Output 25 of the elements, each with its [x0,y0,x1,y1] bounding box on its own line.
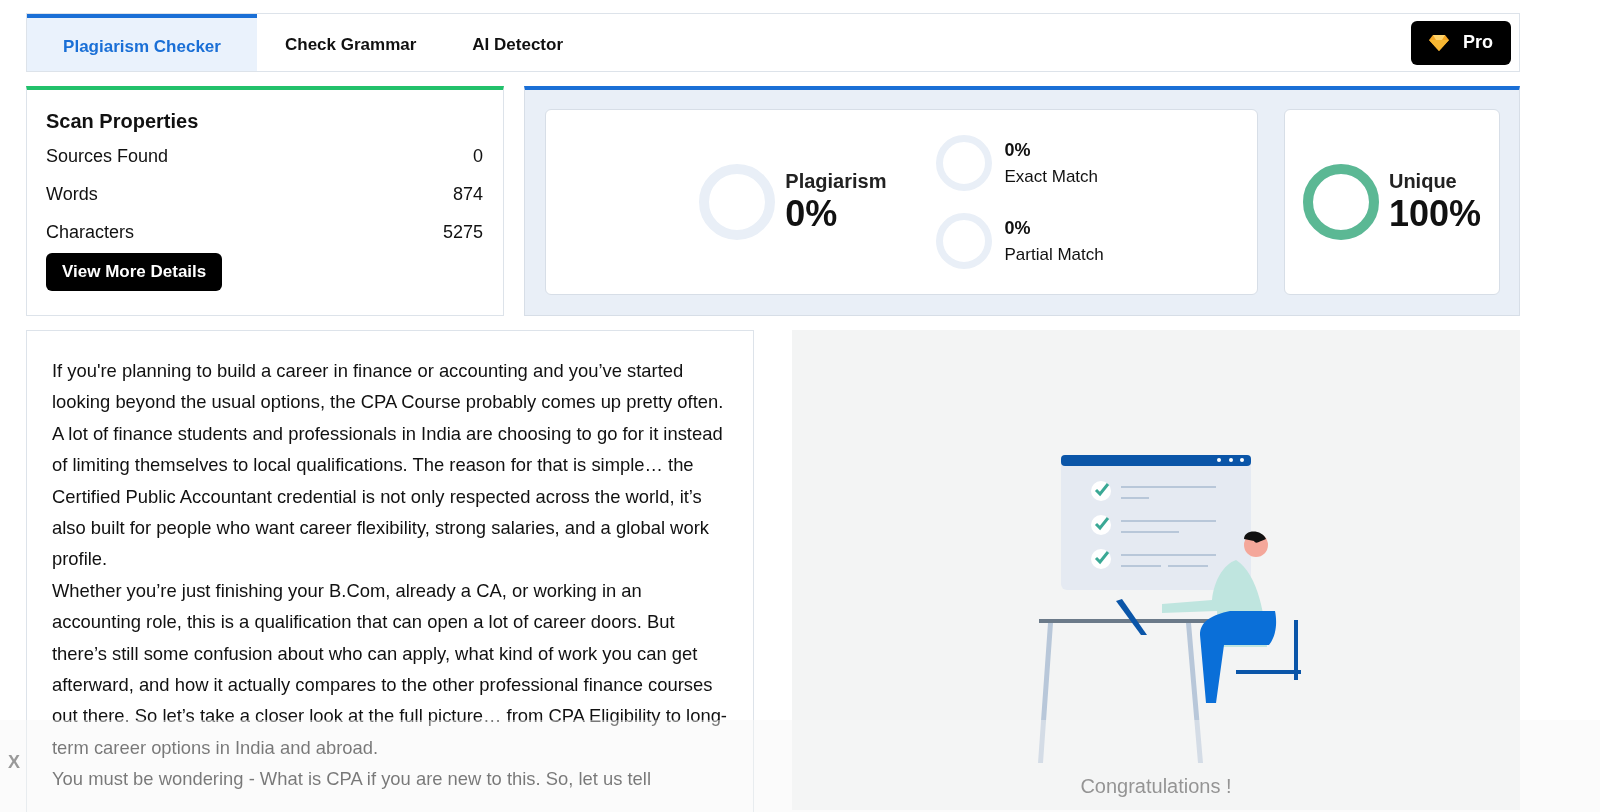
tab[interactable]: Plagiarism Checker [27,14,257,71]
property-value: 5275 [442,221,483,243]
paragraph: Whether you’re just finishing your B.Com, already a CA, or working in an accounting role, this is a qualification that can open a lot of career doors. But there’s still some confusion about who can apply, what kind of work you can get afterward, and how it actually compares to the other professional finance courses out there. So let’s take a closer look at the full picture… from CPA Eligibility to long-term career options in India and abroad. [52,578,728,760]
result-label: Unique [1388,169,1458,193]
property-label: Words [46,183,98,205]
match-label: Partial Match [1004,244,1104,265]
card-title: Scan Properties [46,110,200,133]
match-label: Exact Match [1004,166,1099,187]
result-message: Congratulations ! [1080,775,1232,798]
view-details-button[interactable]: View More Details [46,253,223,291]
paragraph: If you're planning to build a career in finance or accounting and you’ve started looking beyond the usual options, the CPA Course probably comes up pretty often. A lot of finance students and professionals in India are choosing to go for it instead of limiting themselves to local qualifications. The reason for that is simple… the Certified Public Accountant credential is not only respected across the world, it’s also built for people who want career flexibility, strong salaries, and a global work profile. [52,359,725,572]
diamond-icon [1429,33,1449,52]
tab[interactable]: Check Grammar [257,14,445,71]
result-label: Plagiarism [785,169,887,193]
pro-button[interactable]: Pro [1411,20,1511,65]
match-percentage: 0% [1004,217,1032,239]
property-label: Characters [46,221,135,243]
property-value: 874 [452,183,483,205]
result-percentage: 100% [1388,192,1482,235]
paragraph: You must be wondering - What is CPA if you are new to this. So, let us tell [52,767,652,792]
property-value: 0 [473,145,483,167]
result-percentage: 0% [785,192,839,235]
property-label: Sources Found [46,145,169,167]
match-percentage: 0% [1004,139,1032,161]
tab[interactable]: AI Detector [444,14,592,71]
